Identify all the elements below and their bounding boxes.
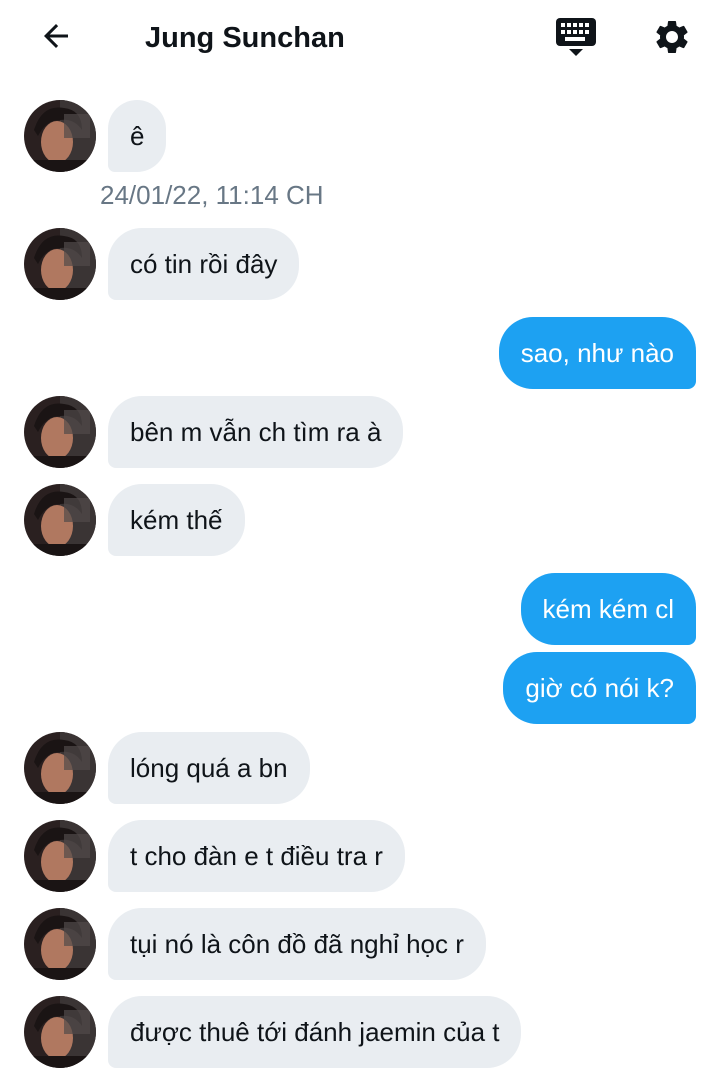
- message-bubble-incoming[interactable]: t cho đàn e t điều tra r: [108, 820, 405, 892]
- message-bubble-incoming[interactable]: kém thế: [108, 484, 245, 556]
- message-bubble-incoming[interactable]: tụi nó là côn đồ đã nghỉ học r: [108, 908, 486, 980]
- avatar[interactable]: [24, 732, 96, 804]
- avatar[interactable]: [24, 996, 96, 1068]
- message-bubble-incoming[interactable]: được thuê tới đánh jaemin của t: [108, 996, 522, 1068]
- avatar[interactable]: [24, 228, 96, 300]
- arrow-left-icon: [38, 18, 74, 59]
- conversation-title: Jung Sunchan: [145, 22, 345, 54]
- message-bubble-outgoing[interactable]: giờ có nói k?: [503, 652, 696, 724]
- avatar[interactable]: [24, 396, 96, 468]
- back-button[interactable]: [34, 18, 78, 58]
- message-thread[interactable]: ê 24/01/22, 11:14 CH có tin rồi đây sao,…: [0, 78, 720, 1084]
- keyboard-toggle-button[interactable]: [552, 16, 600, 62]
- avatar[interactable]: [24, 100, 96, 172]
- avatar[interactable]: [24, 820, 96, 892]
- message-bubble-outgoing[interactable]: sao, như nào: [498, 317, 696, 389]
- gear-icon: [652, 17, 692, 62]
- message-timestamp: 24/01/22, 11:14 CH: [100, 180, 324, 210]
- message-bubble-outgoing[interactable]: kém kém cl: [520, 573, 696, 645]
- message-bubble-incoming[interactable]: lóng quá a bn: [108, 732, 310, 804]
- settings-button[interactable]: [648, 16, 696, 62]
- message-bubble-incoming[interactable]: ê: [108, 100, 167, 172]
- message-bubble-incoming[interactable]: bên m vẫn ch tìm ra à: [108, 396, 404, 468]
- message-bubble-incoming[interactable]: có tin rồi đây: [108, 228, 300, 300]
- conversation-header: Jung Sunchan: [0, 0, 720, 78]
- avatar[interactable]: [24, 484, 96, 556]
- keyboard-icon: [555, 16, 597, 63]
- avatar[interactable]: [24, 908, 96, 980]
